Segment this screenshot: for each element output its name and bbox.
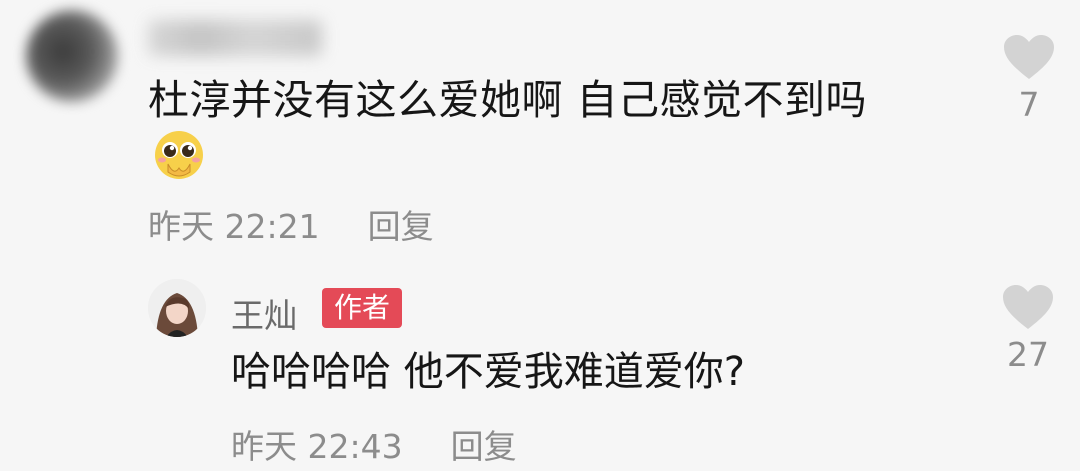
reply-like-button[interactable]: 27: [998, 283, 1058, 374]
comment-text: 杜淳并没有这么爱她啊 自己感觉不到吗: [148, 76, 868, 124]
pleading-face-emoji-icon: [150, 128, 208, 182]
commenter-avatar[interactable]: [26, 10, 118, 102]
author-avatar[interactable]: [148, 279, 206, 337]
reply-timestamp: 昨天 22:43: [231, 427, 403, 466]
comment-meta: 昨天 22:21 回复: [148, 200, 434, 248]
comment-timestamp: 昨天 22:21: [148, 207, 320, 246]
comment-like-button[interactable]: 7: [999, 33, 1059, 124]
reply-meta: 昨天 22:43 回复: [231, 420, 517, 468]
reply-button[interactable]: 回复: [368, 207, 434, 246]
reply-reply-button[interactable]: 回复: [451, 427, 517, 466]
like-count: 7: [1018, 85, 1040, 124]
like-count: 27: [1007, 335, 1049, 374]
heart-icon: [1003, 285, 1053, 329]
author-badge: 作者: [322, 288, 402, 328]
reply-text: 哈哈哈哈 他不爱我难道爱你?: [231, 349, 745, 395]
comment-thread: 杜淳并没有这么爱她啊 自己感觉不到吗 昨天 22:21 回复 7 王灿 作者 哈…: [0, 0, 1080, 471]
commenter-name-blurred: [148, 20, 322, 56]
author-username[interactable]: 王灿: [231, 289, 297, 337]
heart-icon: [1004, 35, 1054, 79]
